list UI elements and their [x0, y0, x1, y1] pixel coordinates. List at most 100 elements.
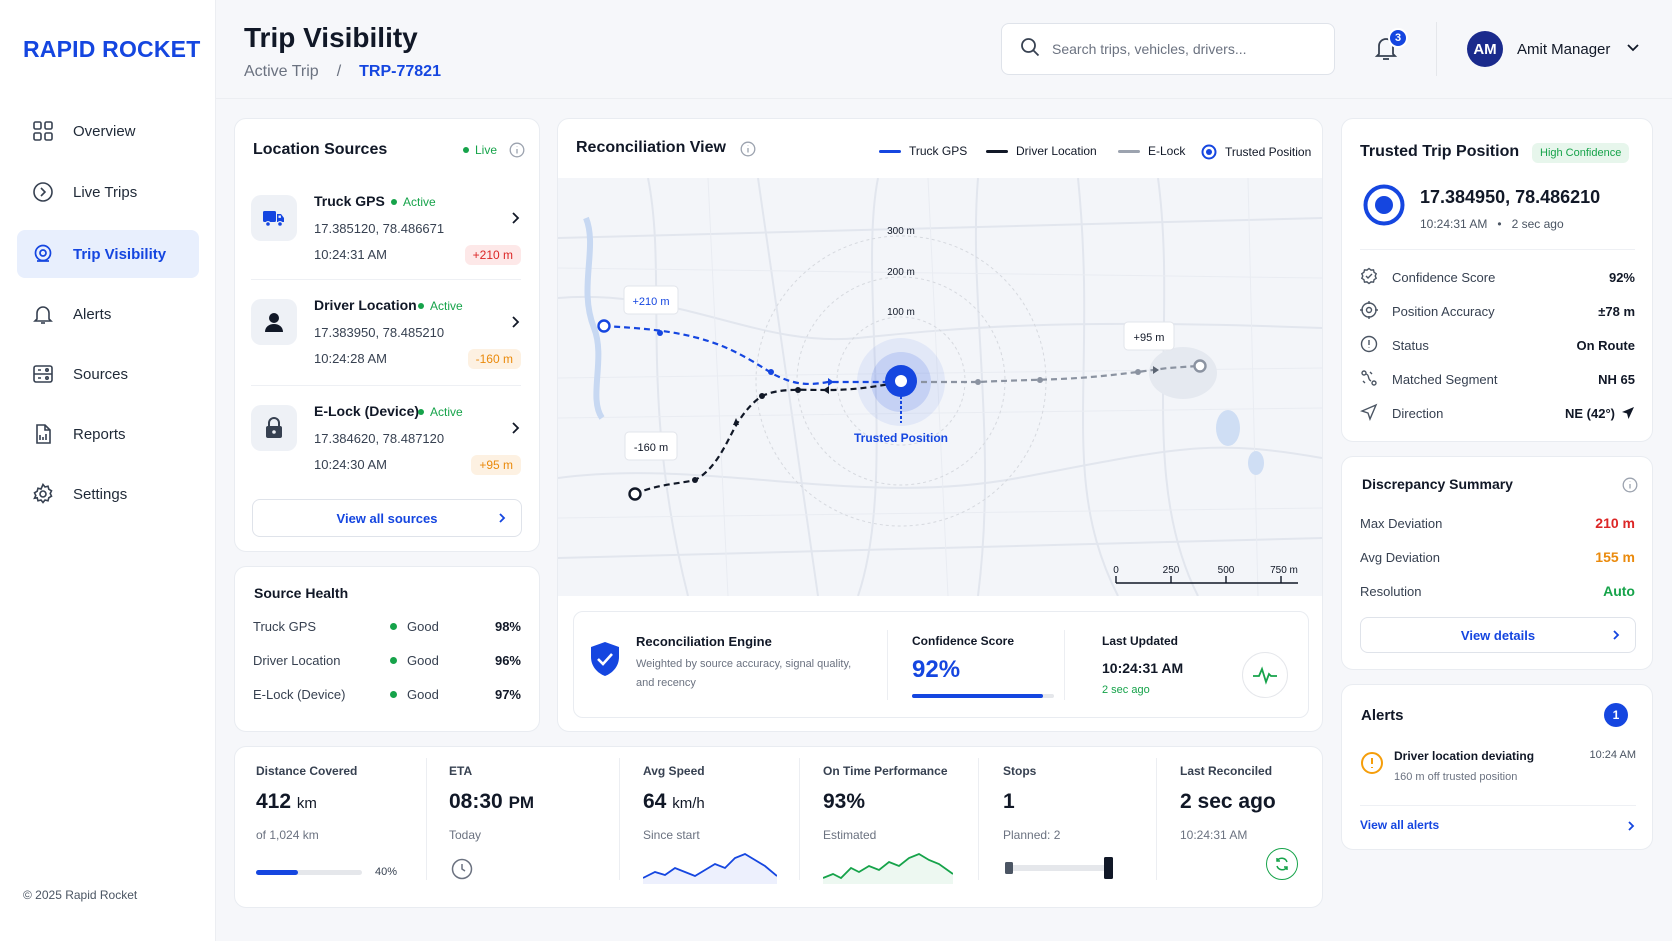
divider: [1064, 630, 1065, 700]
clock-icon: [31, 180, 55, 204]
location-sources-card: Location Sources Live Truck GPS Active 1…: [234, 118, 540, 552]
refresh-button[interactable]: [1266, 848, 1298, 880]
speed-sparkline: [643, 852, 777, 884]
legend-trusted-position: Trusted Position: [1201, 144, 1311, 160]
truck-gps-start[interactable]: [597, 319, 611, 333]
stat-sub: Estimated: [823, 828, 877, 842]
sidebar-item-sources[interactable]: Sources: [17, 350, 199, 398]
svg-text:0: 0: [1113, 565, 1119, 576]
copyright: © 2025 Rapid Rocket: [23, 888, 138, 902]
stat-avg-speed: Avg Speed 64 km/h Since start: [643, 748, 793, 888]
view-all-sources-button[interactable]: View all sources: [252, 499, 522, 537]
activity-button[interactable]: [1242, 652, 1288, 698]
stat-label: On Time Performance: [823, 764, 948, 778]
user-menu[interactable]: AM Amit Manager: [1467, 31, 1640, 67]
reconciliation-map[interactable]: 300 m 200 m 100 m Trusted Position +210 …: [558, 178, 1322, 596]
stat-value: 1: [1003, 790, 1015, 813]
divider: [1360, 805, 1636, 806]
target-icon: [1360, 300, 1392, 322]
health-percent: 97%: [494, 687, 521, 702]
legend-truck-gps: Truck GPS: [879, 144, 967, 158]
stat-label: Distance Covered: [256, 764, 358, 778]
alerts-title: Alerts: [1361, 707, 1404, 724]
chevron-right-icon[interactable]: [509, 421, 521, 440]
search-box[interactable]: [1001, 23, 1335, 75]
stat-label: Avg Speed: [643, 764, 705, 778]
target-icon: [1201, 144, 1217, 160]
svg-text:250: 250: [1163, 565, 1180, 576]
source-item-elock[interactable]: E-Lock (Device) Active 17.384620, 78.487…: [251, 399, 521, 503]
sidebar-item-alerts[interactable]: Alerts: [17, 290, 199, 338]
grid-icon: [31, 119, 55, 143]
source-time: 10:24:28 AM: [314, 351, 387, 366]
brand-logo[interactable]: RAPID ROCKET: [23, 36, 200, 63]
chevron-right-icon[interactable]: [509, 211, 521, 230]
trusted-value: ±78 m: [1598, 303, 1635, 319]
discrepancy-row: Avg Deviation 155 m: [1360, 549, 1635, 565]
health-percent: 98%: [494, 619, 521, 634]
breadcrumb-current: TRP-77821: [359, 63, 441, 80]
source-name: Driver Location: [314, 297, 417, 313]
view-all-alerts-link[interactable]: View all alerts: [1360, 818, 1636, 838]
sidebar-item-label: Trip Visibility: [73, 245, 167, 263]
header-divider: [1436, 22, 1437, 76]
notifications-button[interactable]: 3: [1373, 28, 1408, 66]
view-details-button[interactable]: View details: [1360, 617, 1636, 653]
offset-badge: +95 m: [471, 455, 521, 475]
confidence-badge: High Confidence: [1532, 143, 1630, 163]
sidebar-item-overview[interactable]: Overview: [17, 107, 199, 155]
sidebar-item-settings[interactable]: Settings: [17, 470, 199, 518]
last-updated-label: Last Updated: [1102, 634, 1179, 648]
info-icon[interactable]: [509, 142, 525, 163]
trusted-timestamp: 10:24:31 AM • 2 sec ago: [1420, 217, 1564, 231]
elock-end[interactable]: [1193, 359, 1207, 373]
health-status: Good: [390, 619, 439, 634]
button-label: View all sources: [336, 510, 438, 526]
bell-icon: [31, 302, 55, 326]
stat-value: 08:30 PM: [449, 790, 535, 813]
sidebar-item-live-trips[interactable]: Live Trips: [17, 168, 199, 216]
alert-subtitle: 160 m off trusted position: [1394, 771, 1518, 783]
shield-check-icon: [1360, 267, 1392, 288]
source-item-driver-location[interactable]: Driver Location Active 17.383950, 78.485…: [251, 293, 521, 397]
warning-icon: [1360, 751, 1384, 780]
sidebar-item-trip-visibility[interactable]: Trip Visibility: [17, 230, 199, 278]
stat-sub: Since start: [643, 828, 700, 842]
trusted-value: NH 65: [1598, 371, 1635, 387]
search-input[interactable]: [1052, 41, 1322, 57]
info-icon[interactable]: [740, 141, 756, 162]
ring-label: 200 m: [887, 267, 915, 278]
driver-location-start[interactable]: [628, 487, 642, 501]
stops-progress: [1005, 857, 1113, 879]
info-icon[interactable]: [1622, 477, 1638, 498]
bell-icon: [1373, 38, 1399, 66]
discrepancy-row: Resolution Auto: [1360, 583, 1635, 599]
trusted-row-status: Status On Route: [1360, 334, 1635, 356]
route-icon: [1360, 369, 1392, 390]
chevron-right-icon[interactable]: [509, 315, 521, 334]
stat-label: Stops: [1003, 764, 1037, 778]
stat-sub: Today: [449, 828, 482, 842]
stat-value: 412 km: [256, 790, 317, 813]
svg-text:-160 m: -160 m: [634, 442, 668, 454]
stat-on-time: On Time Performance 93% Estimated: [823, 748, 973, 888]
confidence-score-value: 92%: [912, 656, 961, 683]
source-coords: 17.385120, 78.486671: [314, 221, 445, 236]
sidebar-item-reports[interactable]: Reports: [17, 410, 199, 458]
live-indicator: Live: [463, 143, 497, 157]
confidence-score-label: Confidence Score: [912, 634, 1015, 648]
trusted-row-direction: Direction NE (42°): [1360, 402, 1635, 424]
reconciliation-title: Reconciliation View: [576, 139, 726, 156]
distance-progress-fill: [256, 870, 299, 875]
ring-label: 300 m: [887, 226, 915, 237]
engine-description-line1: Weighted by source accuracy, signal qual…: [636, 658, 852, 670]
breadcrumb-parent[interactable]: Active Trip: [244, 63, 319, 81]
stat-distance: Distance Covered 412 km of 1,024 km 40%: [256, 748, 416, 888]
health-percent: 96%: [494, 653, 521, 668]
source-item-truck-gps[interactable]: Truck GPS Active 17.385120, 78.486671 10…: [251, 189, 521, 293]
source-name: Truck GPS: [314, 193, 385, 209]
chevron-right-icon: [1626, 820, 1636, 835]
source-time: 10:24:30 AM: [314, 457, 387, 472]
divider: [426, 758, 427, 880]
alert-item[interactable]: Driver location deviating 160 m off trus…: [1360, 747, 1636, 797]
